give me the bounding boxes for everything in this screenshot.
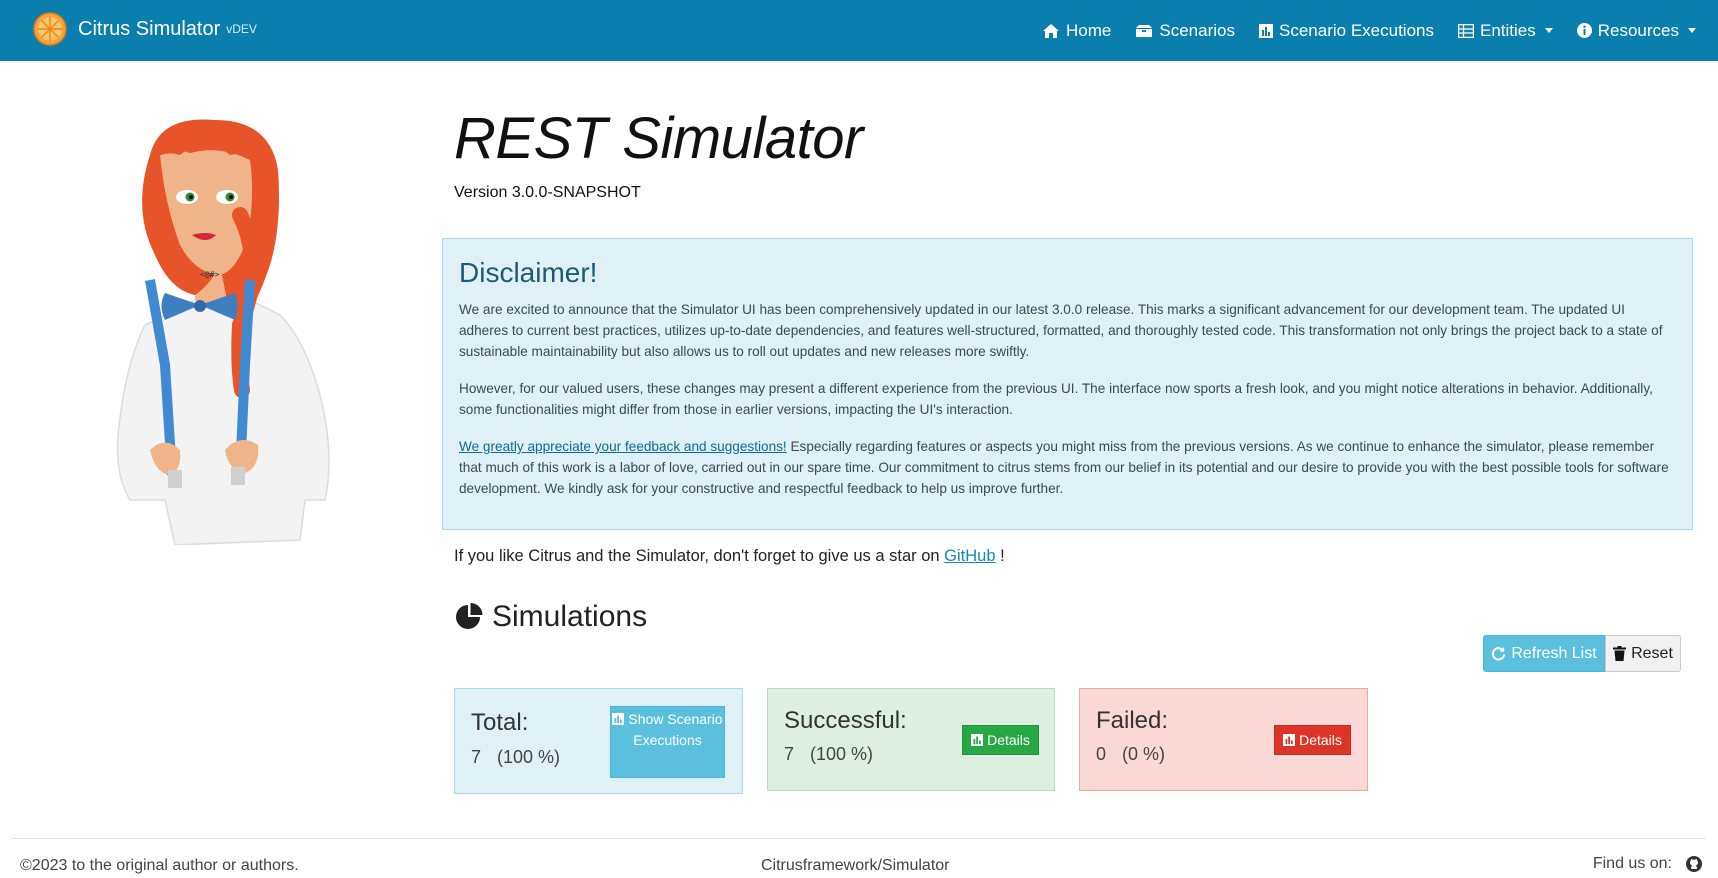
- failed-card: Failed: 0 (0 %) Details: [1079, 688, 1368, 791]
- refresh-list-label: Refresh List: [1511, 644, 1597, 662]
- disclaimer-title: Disclaimer!: [459, 257, 598, 288]
- chart-icon: [971, 734, 984, 746]
- boxes-icon: [1136, 24, 1153, 37]
- home-icon: [1043, 23, 1060, 38]
- nav-item-home[interactable]: Home: [1042, 21, 1111, 41]
- details-label: Details: [1299, 732, 1342, 748]
- simulation-actions: Refresh List Reset: [1483, 635, 1681, 672]
- successful-count-value: 7: [784, 744, 795, 764]
- total-count-value: 7: [471, 747, 482, 767]
- star-suffix: !: [995, 547, 1005, 565]
- table-icon: [1457, 23, 1474, 38]
- show-scenario-executions-button[interactable]: Show Scenario Executions: [610, 706, 725, 778]
- citrus-mascot-illustration: <@#>: [116, 119, 330, 545]
- chart-icon: [1283, 734, 1296, 746]
- footer-social: Find us on:: [1593, 855, 1702, 873]
- successful-card: Successful: 7 (100 %) Details: [767, 688, 1055, 791]
- nav-item-scenario-executions[interactable]: Scenario Executions: [1259, 21, 1434, 41]
- citrus-logo-icon: [33, 12, 67, 46]
- feedback-link[interactable]: We greatly appreciate your feedback and …: [459, 439, 787, 454]
- successful-count: 7 (100 %): [784, 744, 873, 765]
- nav-item-label: Entities: [1479, 20, 1536, 40]
- version-label: Version 3.0.0-SNAPSHOT: [454, 184, 641, 201]
- failed-percent: (0 %): [1122, 744, 1166, 764]
- nav-item-label: Scenarios: [1159, 20, 1235, 40]
- failed-details-button[interactable]: Details: [1274, 725, 1351, 755]
- successful-details-button[interactable]: Details: [962, 725, 1039, 755]
- nav-item-label: Resources: [1597, 20, 1679, 40]
- pie-chart-icon: [456, 603, 483, 629]
- star-text: If you like Citrus and the Simulator, do…: [454, 547, 945, 565]
- disclaimer-panel: Disclaimer! We are excited to announce t…: [442, 238, 1693, 530]
- top-navbar: Citrus Simulator vDEV Home Scenarios Sce…: [0, 0, 1718, 61]
- page-title: REST Simulator: [454, 106, 863, 171]
- nav-item-resources[interactable]: Resources: [1576, 20, 1696, 41]
- chart-icon: [1259, 23, 1273, 38]
- disclaimer-paragraph: We are excited to announce that the Simu…: [459, 302, 1663, 359]
- chevron-down-icon: [1544, 28, 1553, 33]
- reset-button[interactable]: Reset: [1605, 635, 1681, 672]
- github-star-note: If you like Citrus and the Simulator, do…: [454, 547, 1005, 566]
- total-percent: (100 %): [497, 747, 561, 767]
- failed-count-value: 0: [1096, 744, 1107, 764]
- github-icon[interactable]: [1686, 856, 1702, 872]
- footer-project-name: Citrusframework/Simulator: [761, 857, 950, 874]
- reset-label: Reset: [1631, 644, 1673, 662]
- nav-item-label: Scenario Executions: [1279, 20, 1434, 40]
- nav-menu: Home Scenarios Scenario Executions Entit…: [1018, 0, 1696, 61]
- github-link[interactable]: GitHub: [944, 547, 995, 565]
- refresh-list-button[interactable]: Refresh List: [1483, 635, 1605, 672]
- total-label: Total:: [471, 709, 529, 736]
- failed-label: Failed:: [1096, 707, 1169, 734]
- find-us-label: Find us on:: [1592, 855, 1672, 872]
- nav-item-label: Home: [1066, 20, 1112, 40]
- simulations-heading-text: Simulations: [492, 600, 648, 633]
- disclaimer-paragraph: We greatly appreciate your feedback and …: [459, 436, 1676, 499]
- total-card: Total: 7 (100 %) Show Scenario Executions: [454, 688, 743, 794]
- brand[interactable]: Citrus Simulator vDEV: [33, 12, 257, 46]
- trash-icon: [1613, 646, 1627, 661]
- refresh-icon: [1492, 646, 1506, 661]
- successful-label: Successful:: [784, 707, 907, 734]
- svg-text:<@#>: <@#>: [200, 270, 219, 279]
- brand-version: vDEV: [226, 22, 257, 36]
- nav-item-entities[interactable]: Entities: [1457, 20, 1553, 41]
- total-count: 7 (100 %): [471, 747, 560, 768]
- show-scenario-executions-label: Show Scenario Executions: [628, 711, 723, 748]
- simulations-heading: Simulations: [454, 600, 647, 634]
- nav-item-scenarios[interactable]: Scenarios: [1135, 21, 1235, 41]
- footer-divider: [12, 838, 1706, 839]
- footer-copyright: ©2023 to the original author or authors.: [20, 857, 299, 874]
- info-icon: [1576, 23, 1592, 38]
- brand-name: Citrus Simulator: [78, 17, 221, 40]
- details-label: Details: [987, 732, 1030, 748]
- chevron-down-icon: [1688, 28, 1696, 33]
- disclaimer-paragraph: However, for our valued users, these cha…: [459, 381, 1653, 417]
- failed-count: 0 (0 %): [1096, 744, 1165, 765]
- successful-percent: (100 %): [810, 744, 874, 764]
- chart-icon: [612, 713, 625, 725]
